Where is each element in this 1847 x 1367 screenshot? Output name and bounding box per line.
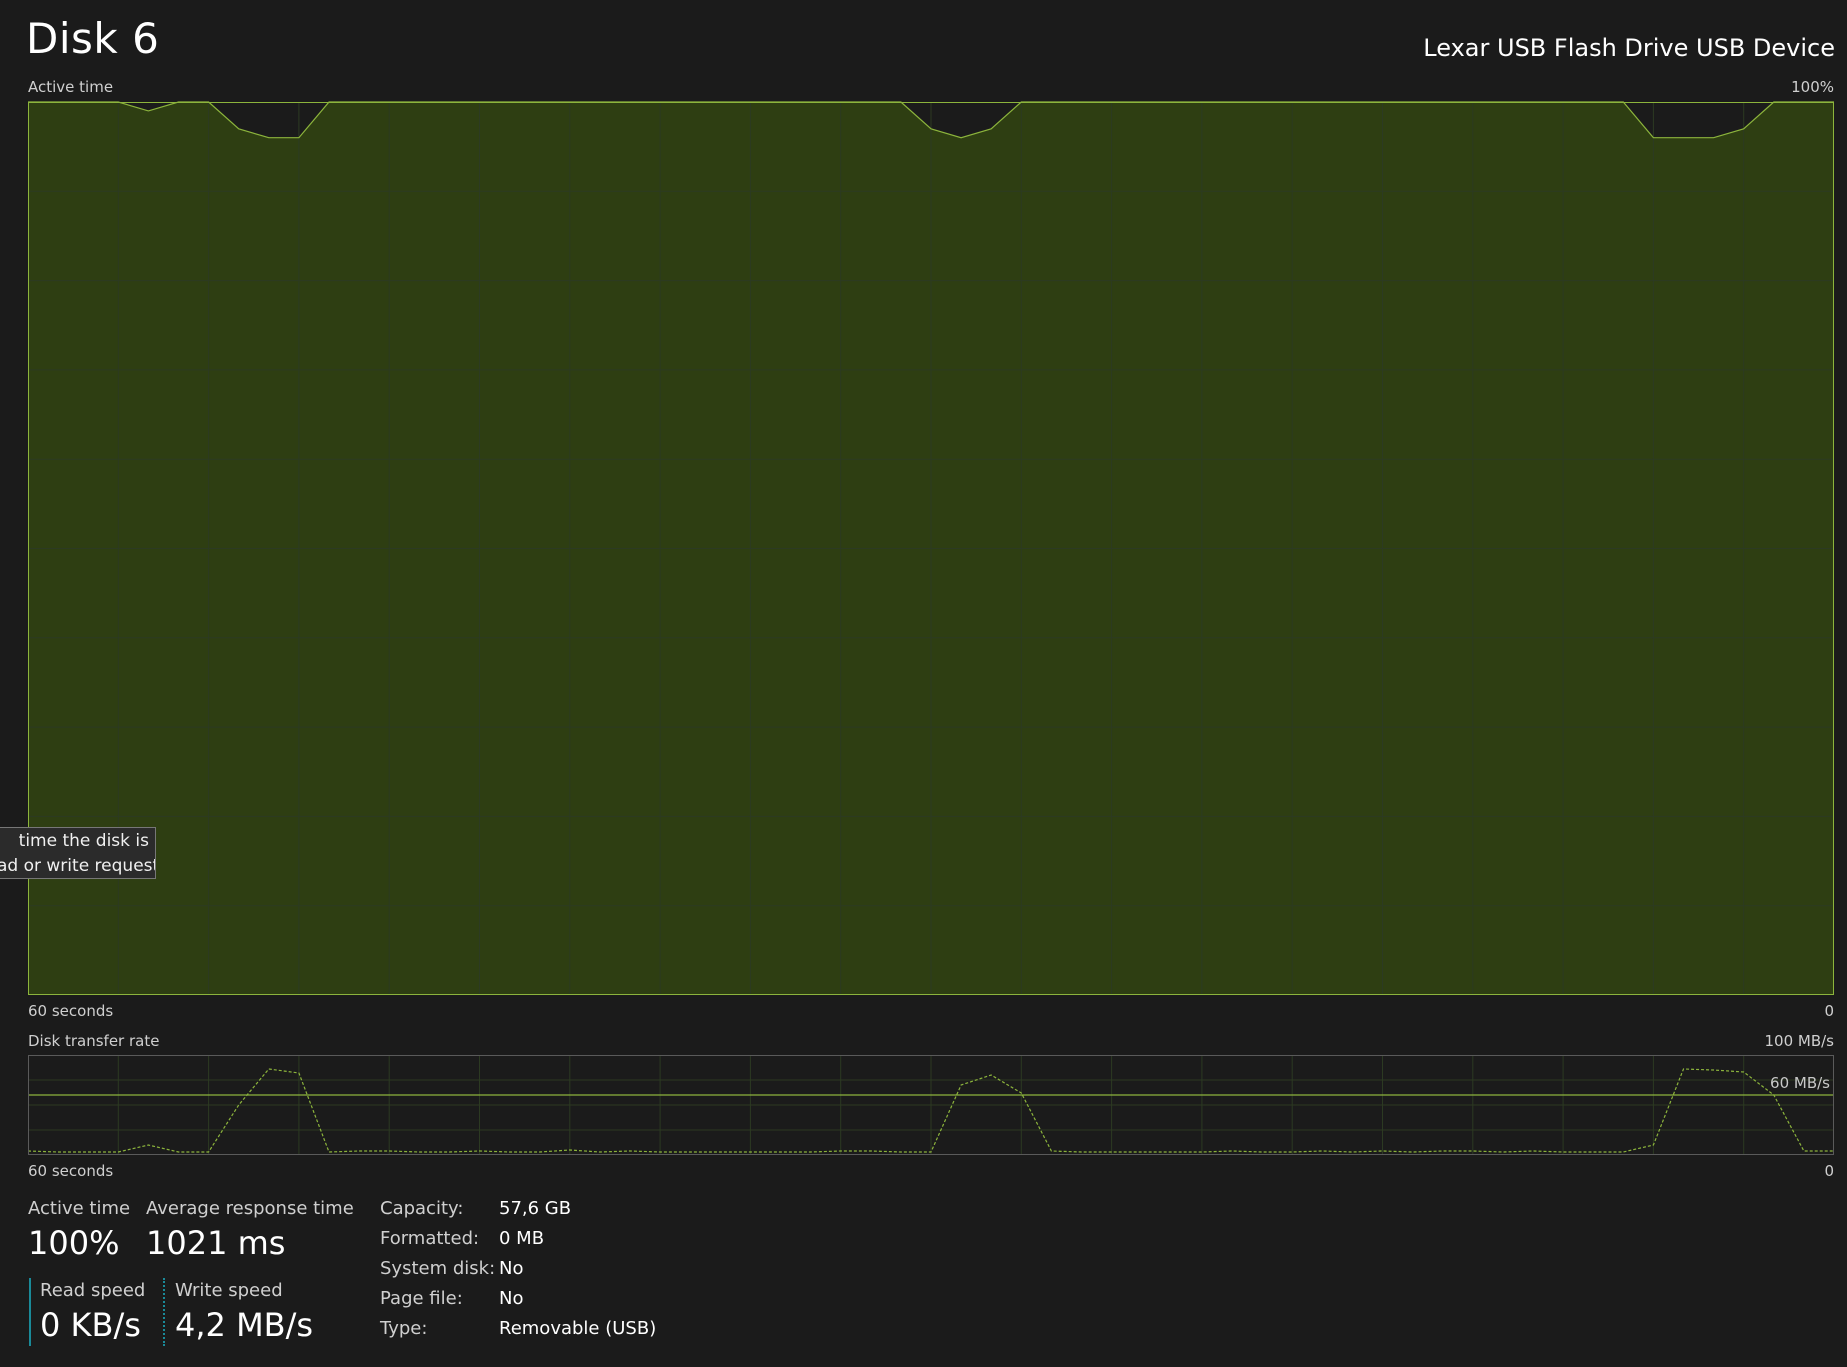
page-title: Disk 6 — [26, 14, 160, 63]
read-speed-indicator — [29, 1278, 31, 1346]
read-speed-value: 0 KB/s — [40, 1306, 141, 1344]
active-time-x-right: 0 — [1824, 1002, 1834, 1020]
info-label-page-file: Page file: — [380, 1288, 463, 1309]
info-label-formatted: Formatted: — [380, 1228, 480, 1249]
info-value-capacity: 57,6 GB — [499, 1198, 572, 1219]
active-time-stat-label: Active time — [28, 1198, 131, 1219]
device-name: Lexar USB Flash Drive USB Device — [1423, 34, 1835, 62]
transfer-rate-grid — [28, 1055, 1834, 1155]
write-speed-label: Write speed — [175, 1280, 283, 1301]
read-speed-label: Read speed — [40, 1280, 146, 1301]
write-speed-indicator — [163, 1278, 165, 1346]
avg-response-value: 1021 ms — [146, 1224, 286, 1262]
active-time-graph-max: 100% — [1791, 78, 1834, 96]
info-value-system-disk: No — [499, 1258, 524, 1279]
avg-response-label: Average response time — [146, 1198, 354, 1219]
active-time-x-left: 60 seconds — [28, 1002, 114, 1020]
info-label-capacity: Capacity: — [380, 1198, 464, 1219]
transfer-rate-x-right: 0 — [1824, 1162, 1834, 1180]
active-time-stat-value: 100% — [28, 1224, 120, 1262]
tooltip-line-2: ad or write requests — [0, 856, 156, 876]
active-time-grid — [28, 102, 1834, 995]
transfer-rate-graph[interactable] — [27, 1055, 1834, 1155]
transfer-rate-x-left: 60 seconds — [28, 1162, 114, 1180]
info-value-formatted: 0 MB — [499, 1228, 545, 1249]
transfer-rate-graph-label: Disk transfer rate — [28, 1032, 160, 1050]
info-label-system-disk: System disk: — [380, 1258, 496, 1279]
active-time-tooltip: time the disk is ad or write requests — [0, 827, 156, 879]
info-label-type: Type: — [380, 1318, 428, 1339]
tooltip-line-1: time the disk is — [18, 831, 149, 851]
transfer-rate-reference-label: 60 MB/s — [1770, 1074, 1830, 1092]
info-value-type: Removable (USB) — [499, 1318, 657, 1339]
transfer-rate-graph-max: 100 MB/s — [1764, 1032, 1835, 1050]
info-value-page-file: No — [499, 1288, 524, 1309]
active-time-graph-label: Active time — [28, 78, 114, 96]
active-time-graph[interactable] — [28, 101, 1834, 995]
write-speed-value: 4,2 MB/s — [175, 1306, 314, 1344]
